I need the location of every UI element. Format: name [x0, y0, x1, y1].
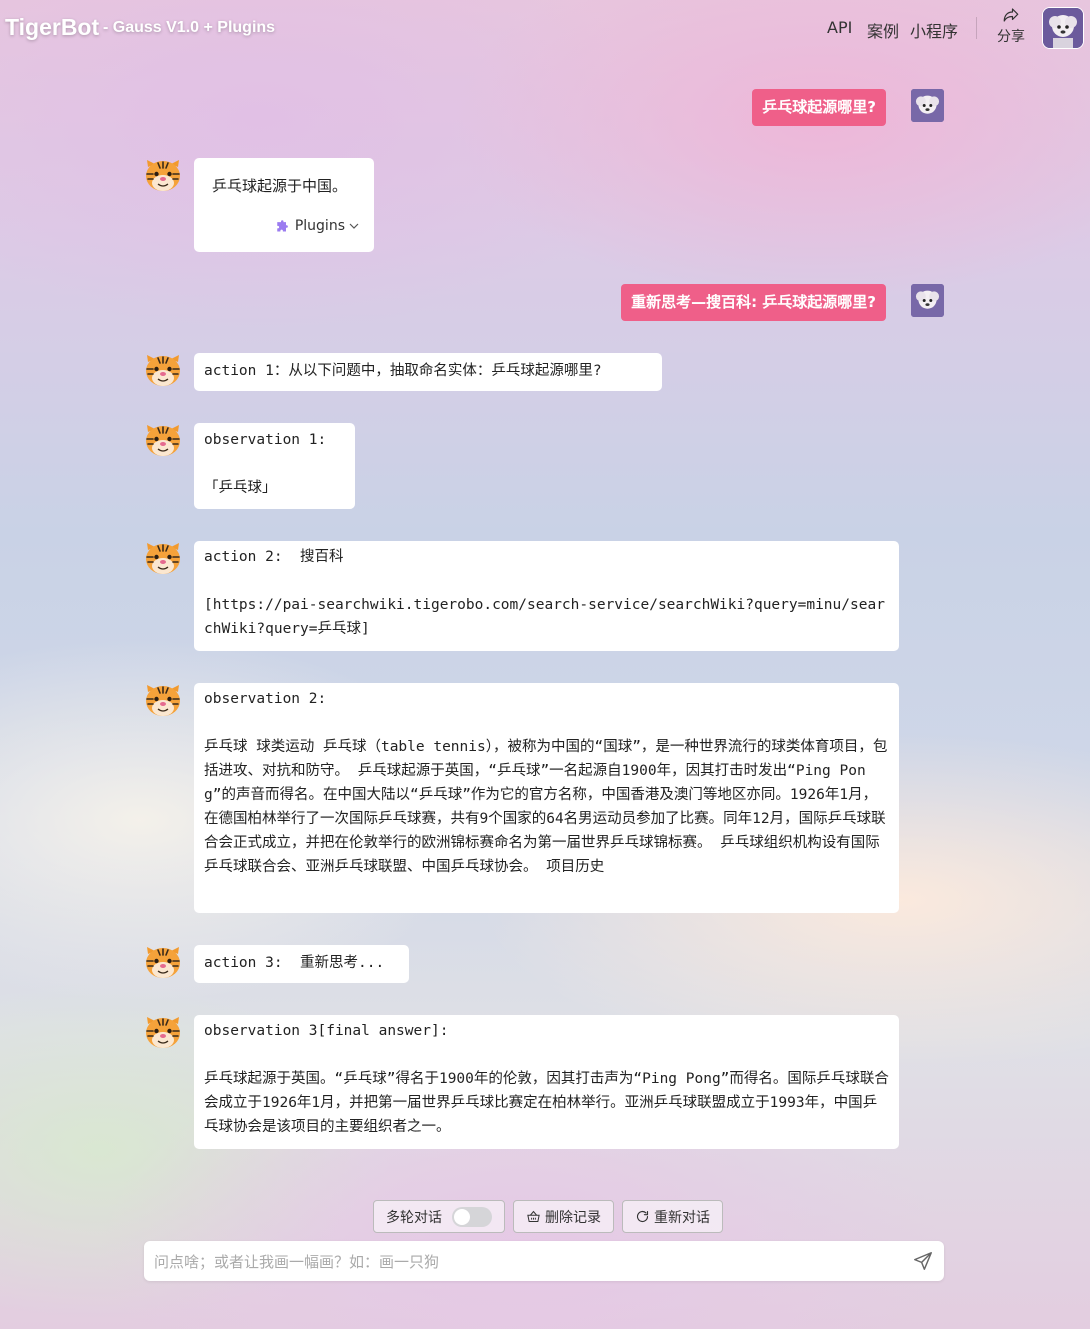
share-button[interactable]: 分享 [995, 6, 1027, 46]
bot-message: action 3: 重新思考... [144, 945, 409, 983]
user-avatar[interactable] [1042, 7, 1084, 49]
bot-message: observation 3[final answer]: 乒乓球起源于英国。“乒… [144, 1015, 899, 1149]
multi-turn-control: 多轮对话 [373, 1200, 505, 1233]
bot-bubble: action 2: 搜百科 [https://pai-searchwiki.ti… [194, 541, 899, 651]
send-icon [914, 1252, 932, 1270]
toggle-knob [454, 1208, 470, 1225]
plugins-label: Plugins [294, 218, 345, 234]
bot-message: observation 2: 乒乓球 球类运动 乒乓球（table tennis… [144, 683, 899, 913]
delete-history-label: 删除记录 [545, 1209, 601, 1226]
bot-bubble: action 1：从以下问题中，抽取命名实体：乒乓球起源哪里? [194, 353, 662, 391]
refresh-icon [636, 1210, 649, 1223]
bot-message: action 1：从以下问题中，抽取命名实体：乒乓球起源哪里? [144, 353, 662, 391]
model-subtitle: - Gauss V1.0 + Plugins [103, 19, 276, 36]
tiger-avatar-icon [144, 1015, 182, 1049]
multi-turn-label: 多轮对话 [386, 1209, 442, 1226]
tiger-avatar-icon [144, 683, 182, 717]
bot-bubble: 乒乓球起源于中国。 Plugins [194, 158, 374, 252]
chat-input-bar [144, 1241, 944, 1283]
bot-bubble: observation 2: 乒乓球 球类运动 乒乓球（table tennis… [194, 683, 899, 913]
bot-bubble: action 3: 重新思考... [194, 945, 409, 983]
tiger-avatar-icon [144, 945, 182, 979]
plugins-toggle[interactable]: Plugins [212, 214, 364, 238]
new-chat-button[interactable]: 重新对话 [622, 1200, 723, 1233]
user-message: 重新思考—搜百科: 乒乓球起源哪里? [621, 284, 944, 321]
basket-icon [527, 1210, 540, 1222]
user-bubble: 重新思考—搜百科: 乒乓球起源哪里? [621, 284, 886, 321]
nav-divider [976, 17, 977, 39]
send-button[interactable] [912, 1250, 934, 1276]
chat-controls: 多轮对话 删除记录 重新对话 [373, 1200, 723, 1233]
tiger-avatar-icon [144, 541, 182, 575]
nav-api-link[interactable]: API [827, 18, 852, 37]
tiger-avatar-icon [144, 353, 182, 387]
delete-history-button[interactable]: 删除记录 [513, 1200, 614, 1233]
user-avatar-small [911, 89, 944, 122]
bot-message: 乒乓球起源于中国。 Plugins [144, 158, 374, 252]
bot-bubble: observation 3[final answer]: 乒乓球起源于英国。“乒… [194, 1015, 899, 1149]
chevron-down-icon [349, 223, 359, 229]
puzzle-icon [277, 219, 288, 231]
tiger-avatar-icon [144, 158, 182, 192]
new-chat-label: 重新对话 [654, 1209, 710, 1226]
bot-message-text: 乒乓球起源于中国。 [212, 177, 348, 195]
user-message: 乒乓球起源哪里? [752, 89, 944, 126]
brand-logo-text[interactable]: TigerBot [5, 14, 99, 41]
bot-bubble: observation 1: 「乒乓球」 [194, 423, 355, 509]
chat-input[interactable] [144, 1241, 906, 1283]
bot-message: action 2: 搜百科 [https://pai-searchwiki.ti… [144, 541, 899, 651]
nav-cases-link[interactable]: 案例 [867, 18, 899, 42]
user-avatar-small [911, 284, 944, 317]
nav-miniprogram-link[interactable]: 小程序 [910, 18, 958, 42]
multi-turn-toggle[interactable] [452, 1206, 492, 1227]
share-label: 分享 [997, 29, 1025, 45]
user-bubble: 乒乓球起源哪里? [752, 89, 886, 126]
top-bar: TigerBot - Gauss V1.0 + Plugins API 案例 小… [0, 0, 1090, 56]
bot-message: observation 1: 「乒乓球」 [144, 423, 355, 509]
share-icon [1003, 8, 1019, 22]
tiger-avatar-icon [144, 423, 182, 457]
